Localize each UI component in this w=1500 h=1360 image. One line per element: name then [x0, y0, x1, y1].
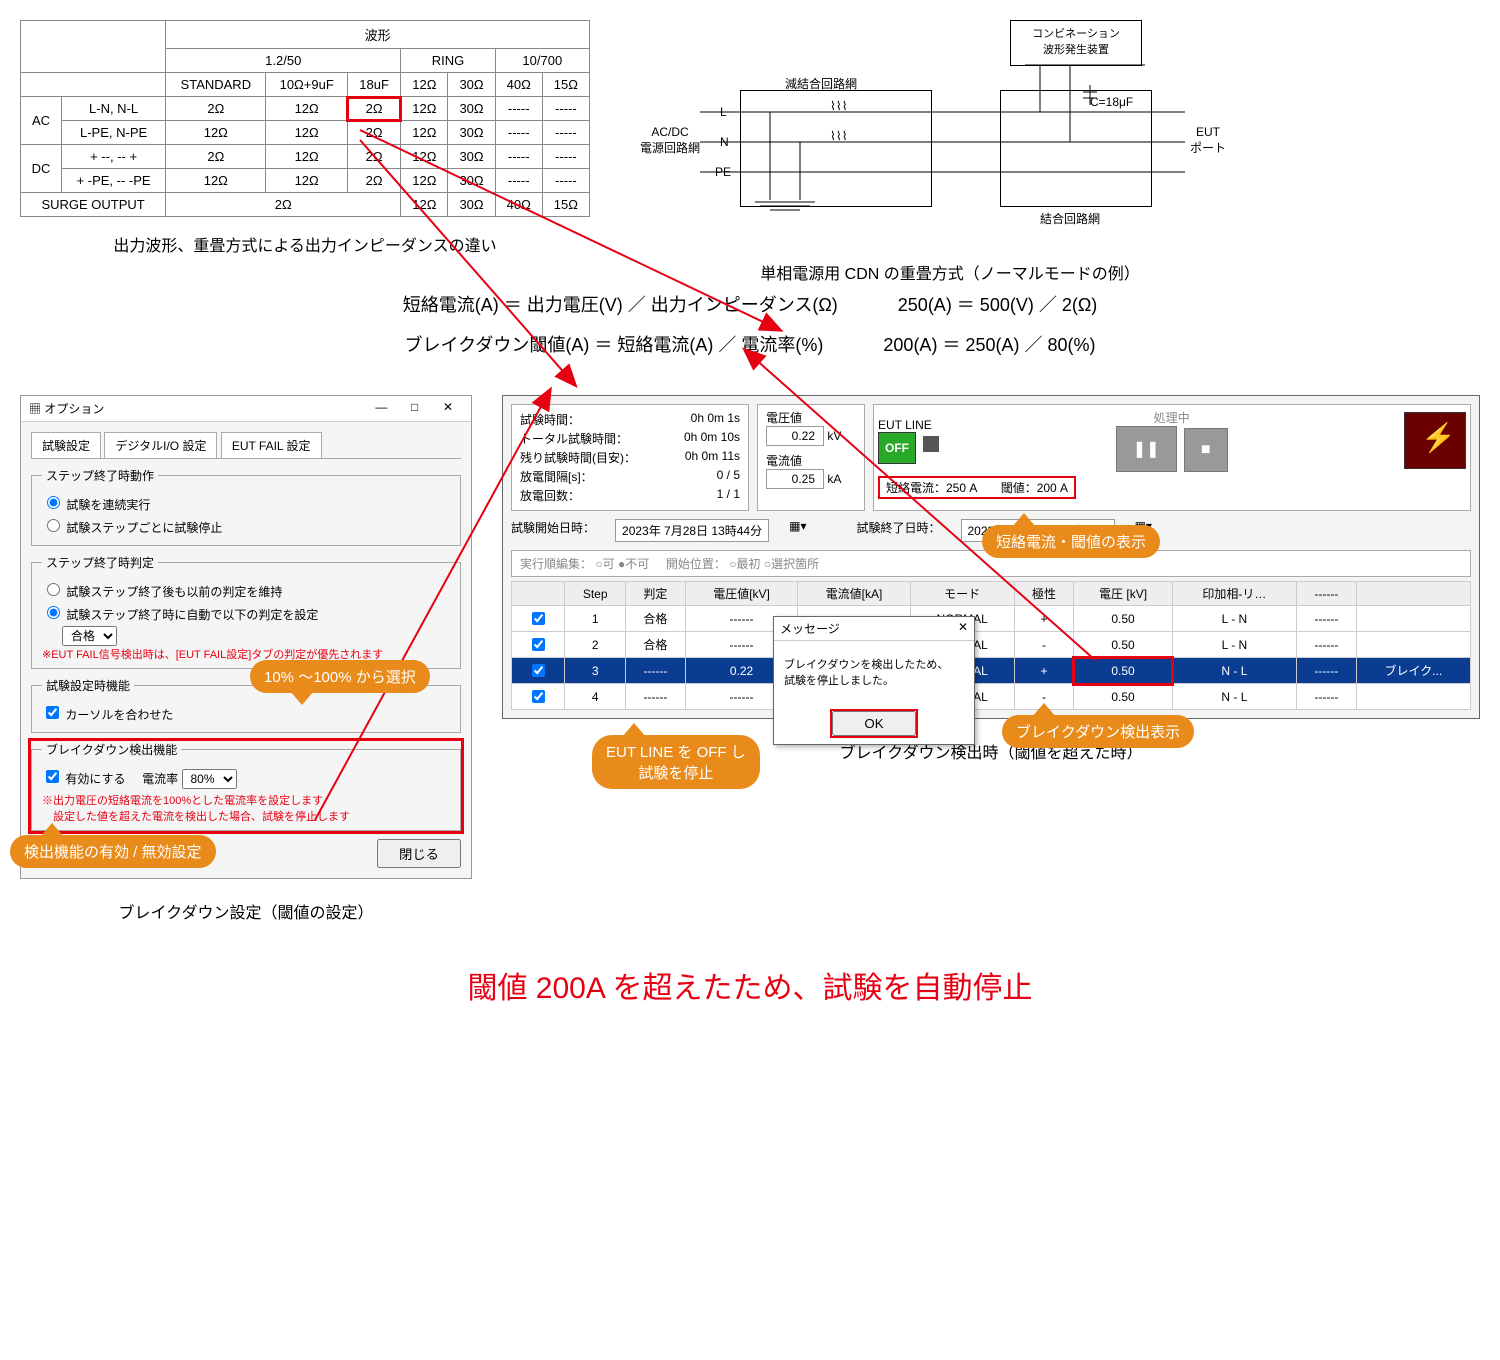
- table-header-wave: 波形: [166, 21, 590, 49]
- step-table: Step判定電圧値[kV]電流値[kA]モード極性電圧 [kV]印加相-リ…--…: [511, 581, 1471, 710]
- tab-test-settings[interactable]: 試験設定: [31, 432, 101, 458]
- msg-ok-button[interactable]: OK: [832, 711, 915, 736]
- voltage-value: 0.22: [766, 426, 824, 446]
- message-dialog: メッセージ ✕ ブレイクダウンを検出したため、 試験を停止しました。 OK: [773, 616, 975, 745]
- main-test-panel: 試験時間：0h 0m 1s トータル試験時間：0h 0m 10s 残り試験時間(…: [502, 395, 1480, 719]
- current-rate-select[interactable]: 80%: [182, 769, 237, 789]
- svg-text:⌇⌇⌇: ⌇⌇⌇: [830, 100, 848, 114]
- breakdown-enable-checkbox[interactable]: [46, 770, 59, 783]
- breakdown-fieldset: ブレイクダウン検出機能 有効にする 電流率 80% ※出力電圧の短絡電流を100…: [31, 741, 461, 831]
- callout-enable-toggle: 検出機能の有効 / 無効設定: [10, 835, 216, 868]
- tab-eut-fail[interactable]: EUT FAIL 設定: [221, 432, 322, 458]
- judgement-select[interactable]: 合格: [62, 626, 117, 646]
- callout-sc-display: 短絡電流・閾値の表示: [982, 525, 1160, 558]
- impedance-caption: 出力波形、重畳方式による出力インピーダンスの違い: [20, 232, 590, 256]
- close-button[interactable]: 閉じる: [377, 839, 461, 868]
- radio-continuous[interactable]: [47, 496, 60, 509]
- callout-eut-off: EUT LINE を OFF し 試験を停止: [592, 735, 760, 789]
- pause-button[interactable]: ❚❚: [1116, 426, 1177, 472]
- minimize-icon[interactable]: —: [366, 400, 396, 414]
- warning-icon: [1404, 412, 1466, 469]
- eut-line-title: EUT LINE: [878, 418, 939, 432]
- impedance-table: 波形 1.2/50 RING 10/700 STANDARD 10Ω+9uF 1…: [20, 20, 590, 217]
- short-circuit-info: 短絡電流：250 A 閾値：200 A: [878, 476, 1076, 499]
- callout-rate-range: 10% ～100% から選択: [250, 660, 430, 693]
- start-date: 2023年 7月28日 13時44分: [615, 519, 769, 542]
- svg-text:⌇⌇⌇: ⌇⌇⌇: [830, 130, 848, 144]
- formulas: 短絡電流(A) ＝ 出力電圧(V) ／ 出力インピーダンス(Ω) 250(A) …: [20, 286, 1480, 365]
- circuit-diagram: コンビネーション 波形発生装置 減結合回路網 C=18μF AC/DC 電源回路…: [630, 20, 1480, 240]
- cursor-checkbox[interactable]: [46, 706, 59, 719]
- radio-keep-judgement[interactable]: [47, 583, 60, 596]
- options-caption: ブレイクダウン設定（閾値の設定）: [20, 899, 472, 923]
- callout-breakdown-display: ブレイクダウン検出表示: [1002, 715, 1194, 748]
- radio-stop-each[interactable]: [47, 519, 60, 532]
- options-dialog: ▦ オプション — □ ✕ 試験設定 デジタルI/O 設定 EUT FAIL 設…: [20, 395, 472, 879]
- radio-auto-judgement[interactable]: [47, 606, 60, 619]
- close-icon[interactable]: ✕: [433, 400, 463, 414]
- msg-close-icon[interactable]: ✕: [958, 620, 968, 637]
- tab-digital-io[interactable]: デジタルI/O 設定: [104, 432, 217, 458]
- processing-label: 処理中: [949, 409, 1394, 426]
- current-value: 0.25: [766, 469, 824, 489]
- eut-indicator: [923, 436, 939, 452]
- dialog-title: オプション: [44, 402, 104, 416]
- final-message: 閾値 200A を超えたため、試験を自動停止: [20, 963, 1480, 1007]
- maximize-icon[interactable]: □: [400, 400, 430, 414]
- eut-off-button[interactable]: OFF: [878, 432, 916, 464]
- stop-button[interactable]: ■: [1184, 428, 1228, 472]
